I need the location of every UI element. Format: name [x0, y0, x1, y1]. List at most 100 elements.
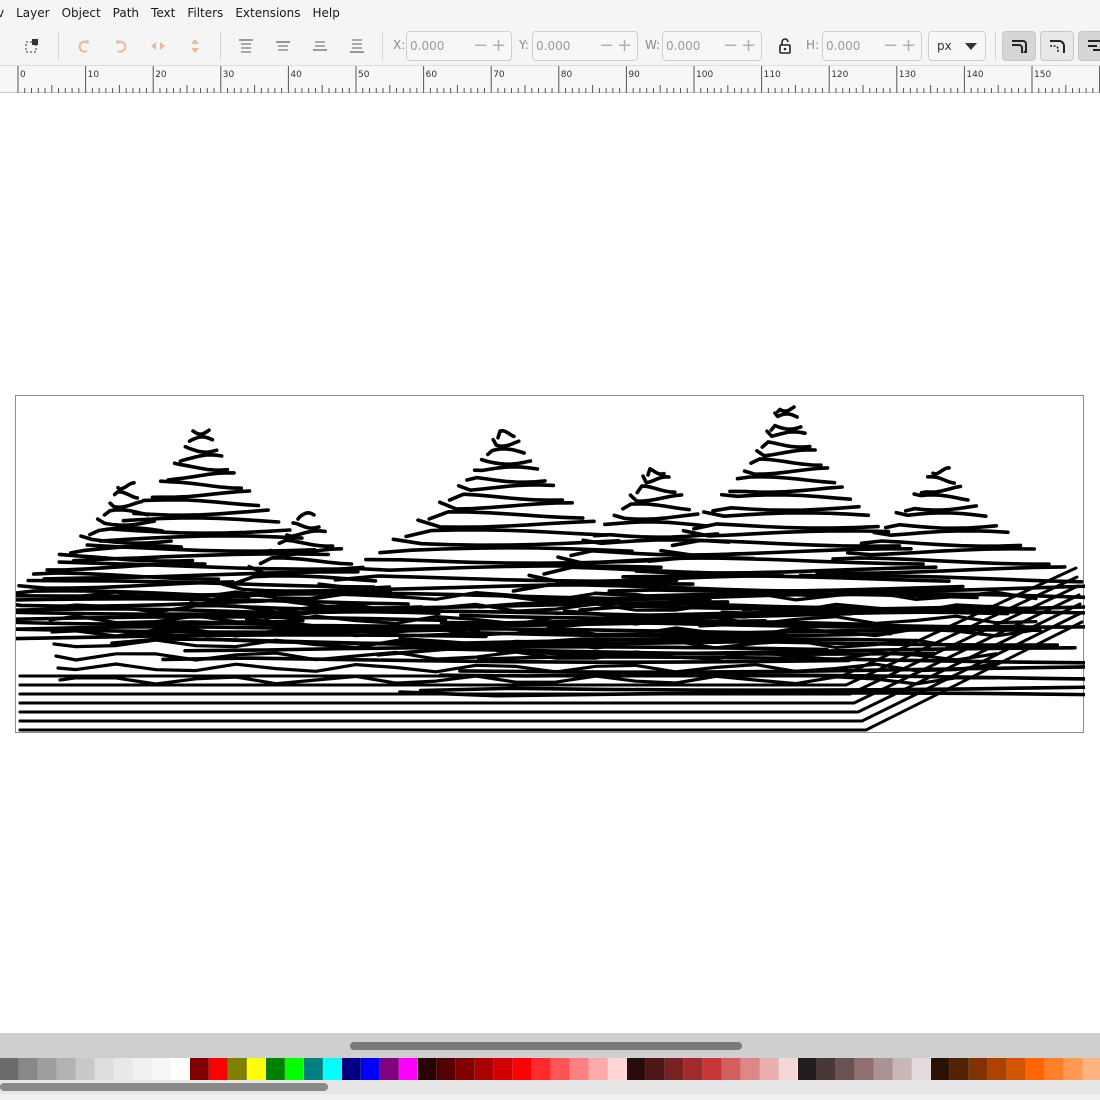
color-swatch[interactable] [950, 1058, 969, 1080]
flip-horizontal-icon[interactable] [146, 34, 170, 58]
plus-icon[interactable]: + [741, 37, 756, 55]
color-swatch[interactable] [1083, 1058, 1100, 1080]
color-swatch[interactable] [342, 1058, 361, 1080]
page-artboard[interactable] [15, 395, 1085, 734]
color-swatch[interactable] [399, 1058, 418, 1080]
x-field[interactable]: −+ [406, 31, 512, 61]
color-swatch[interactable] [19, 1058, 38, 1080]
mountain-contour-drawing[interactable] [16, 396, 1085, 734]
lower-icon[interactable] [308, 34, 332, 58]
color-swatch[interactable] [190, 1058, 209, 1080]
rotate-ccw-icon[interactable] [72, 34, 96, 58]
drawing-canvas[interactable] [0, 93, 1100, 1033]
color-swatch[interactable] [988, 1058, 1007, 1080]
x-stepper[interactable]: − + [473, 37, 509, 55]
color-swatch[interactable] [513, 1058, 532, 1080]
color-swatch[interactable] [760, 1058, 779, 1080]
h-stepper[interactable]: − + [883, 37, 919, 55]
raise-icon[interactable] [271, 34, 295, 58]
menu-text[interactable]: Text [145, 0, 181, 26]
menu-filters[interactable]: Filters [181, 0, 229, 26]
menu-layer[interactable]: Layer [10, 0, 55, 26]
minus-icon[interactable]: − [723, 37, 738, 55]
color-swatch[interactable] [304, 1058, 323, 1080]
color-swatch[interactable] [627, 1058, 646, 1080]
color-swatch[interactable] [779, 1058, 798, 1080]
y-input[interactable] [533, 33, 599, 59]
color-swatch[interactable] [608, 1058, 627, 1080]
color-swatch[interactable] [931, 1058, 950, 1080]
y-stepper[interactable]: − + [599, 37, 635, 55]
color-swatch[interactable] [551, 1058, 570, 1080]
color-swatch[interactable] [703, 1058, 722, 1080]
plus-icon[interactable]: + [901, 37, 916, 55]
rotate-cw-icon[interactable] [109, 34, 133, 58]
color-swatch[interactable] [494, 1058, 513, 1080]
w-field[interactable]: −+ [662, 31, 762, 61]
color-swatch[interactable] [969, 1058, 988, 1080]
menu-extensions[interactable]: Extensions [229, 0, 306, 26]
w-input[interactable] [663, 33, 723, 59]
color-swatch[interactable] [95, 1058, 114, 1080]
color-swatch[interactable] [361, 1058, 380, 1080]
w-stepper[interactable]: − + [723, 37, 759, 55]
color-swatch[interactable] [475, 1058, 494, 1080]
color-swatch[interactable] [874, 1058, 893, 1080]
minus-icon[interactable]: − [473, 37, 488, 55]
color-swatch[interactable] [418, 1058, 437, 1080]
plus-icon[interactable]: + [491, 37, 506, 55]
color-swatch[interactable] [228, 1058, 247, 1080]
color-swatch[interactable] [0, 1058, 19, 1080]
color-swatch[interactable] [38, 1058, 57, 1080]
color-swatch[interactable] [836, 1058, 855, 1080]
h-field[interactable]: −+ [822, 31, 922, 61]
color-swatch[interactable] [323, 1058, 342, 1080]
color-swatch[interactable] [1007, 1058, 1026, 1080]
menu-object[interactable]: Object [56, 0, 107, 26]
unit-select[interactable]: px [928, 31, 986, 61]
color-swatch[interactable] [893, 1058, 912, 1080]
h-input[interactable] [823, 33, 883, 59]
color-swatch[interactable] [646, 1058, 665, 1080]
raise-to-top-icon[interactable] [234, 34, 258, 58]
scrollbar-thumb[interactable] [350, 1042, 742, 1050]
color-swatch[interactable] [1045, 1058, 1064, 1080]
color-swatch[interactable] [437, 1058, 456, 1080]
color-swatch[interactable] [456, 1058, 475, 1080]
select-all-icon[interactable] [20, 34, 44, 58]
color-swatch[interactable] [855, 1058, 874, 1080]
color-swatch[interactable] [684, 1058, 703, 1080]
color-swatch[interactable] [532, 1058, 551, 1080]
menu-path[interactable]: Path [107, 0, 145, 26]
palette-scrollbar-thumb[interactable] [0, 1083, 328, 1091]
palette-scrollbar[interactable] [0, 1080, 1100, 1094]
lower-to-bottom-icon[interactable] [345, 34, 369, 58]
menu-help[interactable]: Help [306, 0, 345, 26]
color-swatch[interactable] [247, 1058, 266, 1080]
color-swatch[interactable] [266, 1058, 285, 1080]
lock-ratio-icon[interactable] [773, 34, 797, 58]
move-gradients-icon[interactable] [1078, 31, 1100, 61]
color-swatch[interactable] [741, 1058, 760, 1080]
color-swatch[interactable] [912, 1058, 931, 1080]
y-field[interactable]: −+ [532, 31, 638, 61]
color-swatch[interactable] [1064, 1058, 1083, 1080]
color-swatch[interactable] [133, 1058, 152, 1080]
color-swatch[interactable] [722, 1058, 741, 1080]
minus-icon[interactable]: − [599, 37, 614, 55]
color-swatch[interactable] [380, 1058, 399, 1080]
color-swatch[interactable] [589, 1058, 608, 1080]
color-swatch[interactable] [285, 1058, 304, 1080]
color-swatch[interactable] [798, 1058, 817, 1080]
color-swatch[interactable] [1026, 1058, 1045, 1080]
color-swatch[interactable] [114, 1058, 133, 1080]
plus-icon[interactable]: + [617, 37, 632, 55]
color-swatch[interactable] [665, 1058, 684, 1080]
color-swatch[interactable] [76, 1058, 95, 1080]
color-swatch[interactable] [152, 1058, 171, 1080]
x-input[interactable] [407, 33, 473, 59]
color-swatch[interactable] [171, 1058, 190, 1080]
scale-stroke-icon[interactable] [1002, 31, 1036, 61]
color-swatch[interactable] [817, 1058, 836, 1080]
color-swatch[interactable] [57, 1058, 76, 1080]
